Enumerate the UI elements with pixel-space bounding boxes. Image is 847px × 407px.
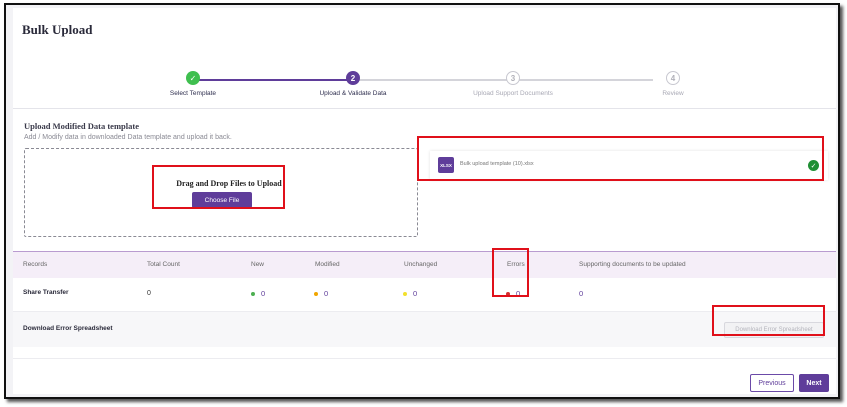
errors-count[interactable]: 0 [506,289,520,298]
previous-button[interactable]: Previous [750,374,794,392]
record-name: Share Transfer [23,289,69,296]
step-review[interactable]: 4 Review [613,71,733,97]
column-header-total-count: Total Count [147,261,180,268]
modified-count[interactable]: 0 [314,289,328,298]
app-window: Bulk Upload ✓ Select Template 2 Upload &… [4,3,840,399]
column-header-unchanged: Unchanged [404,261,438,268]
divider [13,358,836,359]
stepper: ✓ Select Template 2 Upload & Validate Da… [133,71,693,103]
dropzone-text: Drag and Drop Files to Upload [176,179,282,188]
step-select-template[interactable]: ✓ Select Template [133,71,253,97]
new-count-value: 0 [261,289,266,298]
new-dot-icon [251,291,255,296]
step-upload-support-documents[interactable]: 3 Upload Support Documents [453,71,573,97]
step-number: 4 [666,71,680,85]
page-title: Bulk Upload [22,22,93,37]
upload-section-subtitle: Add / Modify data in downloaded Data tem… [24,134,232,141]
download-error-label: Download Error Spreadsheet [23,325,113,332]
divider [13,108,836,109]
step-label: Review [662,90,684,97]
total-count-value: 0 [147,290,151,297]
records-table-header: Records Total Count New Modified Unchang… [13,251,836,278]
error-dot-icon [506,291,510,296]
next-button[interactable]: Next [799,374,829,392]
column-header-errors: Errors [507,261,525,268]
column-header-records: Records [23,261,48,268]
modified-count-value: 0 [324,289,329,298]
choose-file-button[interactable]: Choose File [192,192,252,208]
xlsx-file-icon: XLSX [438,157,454,173]
check-circle-icon: ✓ [808,160,819,171]
column-header-modified: Modified [315,261,340,268]
step-number: 3 [506,71,520,85]
uploaded-file-card: XLSX Bulk upload template (10).xlsx ✓ [430,151,828,180]
step-label: Upload & Validate Data [319,90,387,97]
table-row: Share Transfer 0 0 0 0 0 0 [13,278,836,311]
step-number: 2 [346,71,360,85]
column-header-supporting-documents: Supporting documents to be updated [579,261,686,268]
step-1-check-icon: ✓ [186,71,200,85]
errors-count-value: 0 [516,289,521,298]
step-upload-validate[interactable]: 2 Upload & Validate Data [293,71,413,97]
page-panel: Bulk Upload ✓ Select Template 2 Upload &… [13,8,836,394]
unchanged-count[interactable]: 0 [403,289,417,298]
supporting-documents-count[interactable]: 0 [579,289,583,298]
step-label: Upload Support Documents [473,90,553,97]
column-header-new: New [251,261,265,268]
modified-dot-icon [314,291,318,296]
unchanged-count-value: 0 [413,289,418,298]
uploaded-file-name: Bulk upload template (10).xlsx [460,161,534,167]
supporting-count-value: 0 [579,289,584,298]
upload-section-title: Upload Modified Data template [24,121,139,131]
unchanged-dot-icon [403,291,407,296]
download-error-spreadsheet-button[interactable]: Download Error Spreadsheet [724,322,824,338]
new-count[interactable]: 0 [251,289,265,298]
download-error-row: Download Error Spreadsheet Download Erro… [13,311,836,347]
step-label: Select Template [169,90,217,97]
